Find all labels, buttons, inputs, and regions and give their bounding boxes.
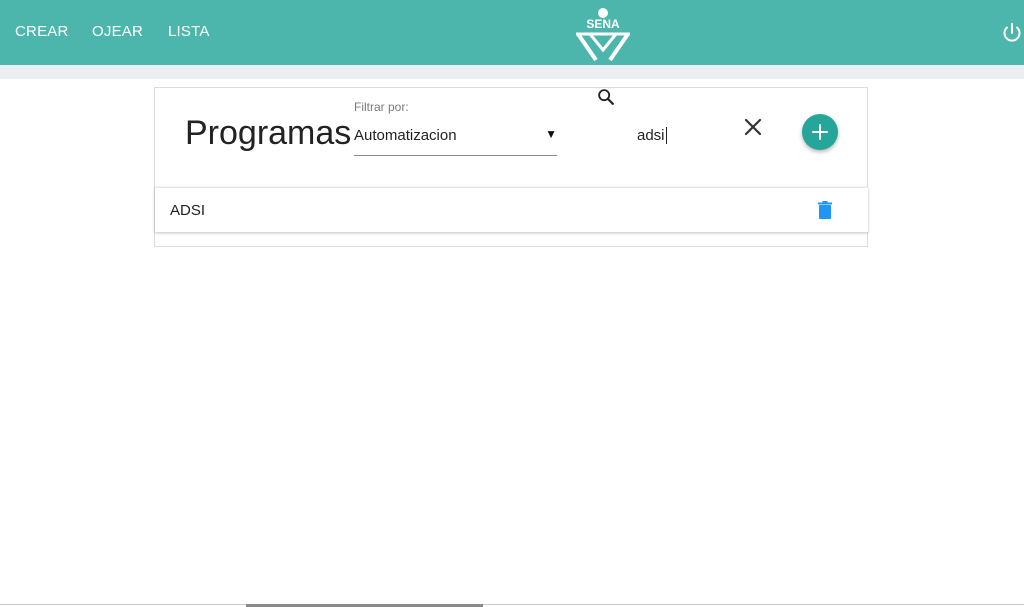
toolbar-strip: [0, 65, 1024, 79]
sena-logo: SENA: [572, 4, 634, 62]
filter-selected-value: Automatizacion: [354, 127, 457, 144]
logo-text: SENA: [586, 17, 620, 31]
search-icon: [595, 86, 617, 108]
window-bottom-border: [0, 604, 1024, 605]
nav-lista[interactable]: LISTA: [168, 23, 210, 40]
filter-select[interactable]: Automatizacion ▼: [354, 123, 557, 156]
page-title: Programas: [185, 114, 352, 152]
search-input[interactable]: [637, 124, 727, 146]
power-icon[interactable]: [1000, 21, 1024, 45]
list-item[interactable]: ADSI: [155, 187, 868, 232]
trash-icon[interactable]: [815, 200, 835, 220]
top-navbar: CREAR OJEAR LISTA SENA: [0, 0, 1024, 65]
plus-icon: [812, 124, 828, 140]
text-cursor: [666, 127, 667, 144]
add-program-button[interactable]: [802, 114, 838, 150]
chevron-down-icon: ▼: [545, 127, 557, 141]
filter-label: Filtrar por:: [354, 100, 409, 114]
nav-crear[interactable]: CREAR: [15, 23, 69, 40]
list-item-label: ADSI: [170, 202, 206, 219]
close-icon[interactable]: [741, 115, 765, 139]
nav-ojear[interactable]: OJEAR: [92, 23, 143, 40]
app-root: CREAR OJEAR LISTA SENA Programas Filtrar…: [0, 0, 1024, 607]
